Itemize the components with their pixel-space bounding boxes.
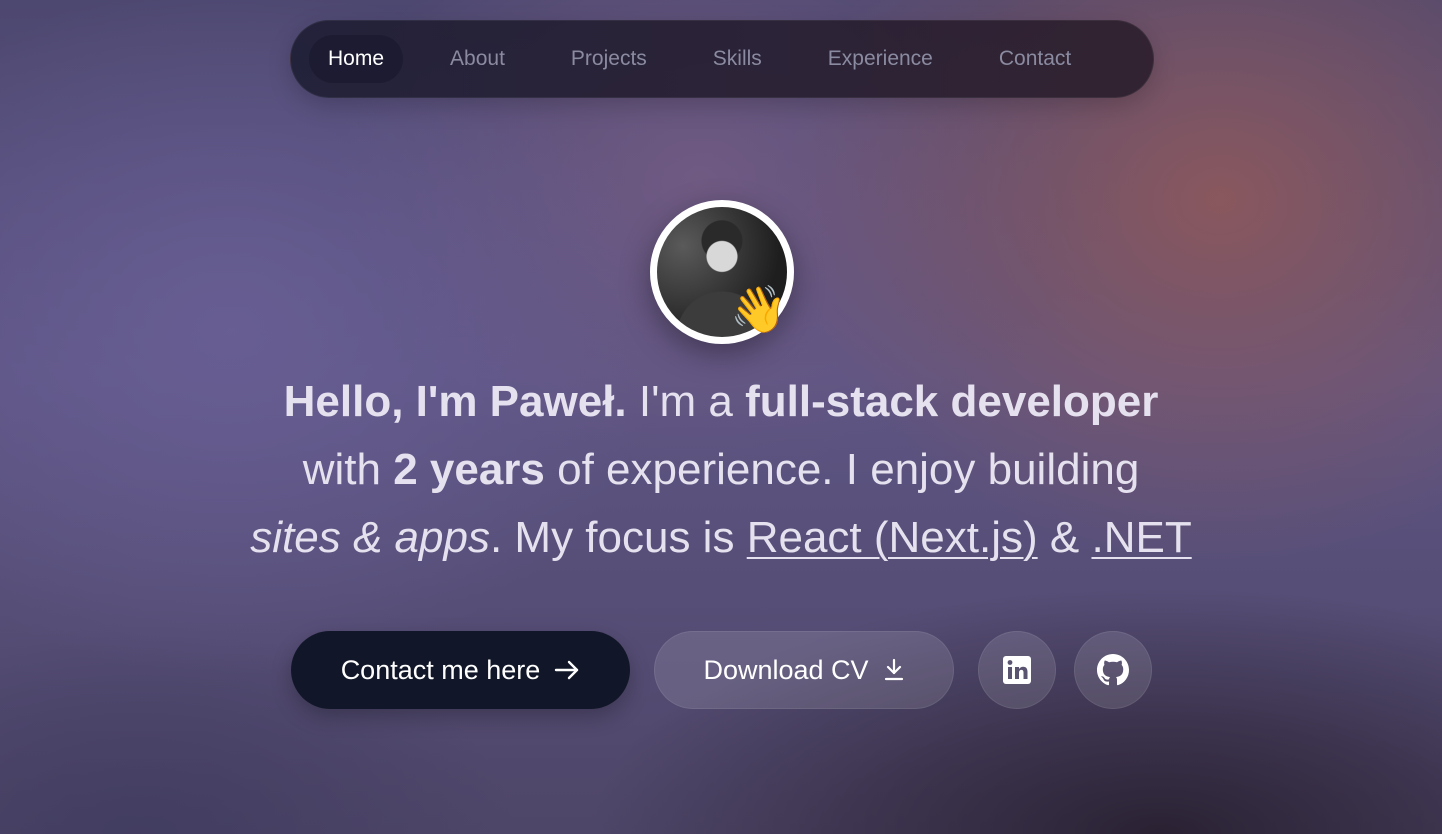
tech-react-link[interactable]: React (Next.js)	[747, 513, 1038, 562]
focus-text: . My focus is	[489, 513, 735, 562]
linkedin-icon	[1003, 656, 1031, 684]
avatar-container: 👋	[650, 200, 794, 344]
nav-contact[interactable]: Contact	[980, 35, 1090, 83]
arrow-right-icon	[554, 660, 580, 680]
contact-button-label: Contact me here	[340, 654, 541, 685]
download-cv-label: Download CV	[703, 654, 869, 685]
nav-home[interactable]: Home	[309, 35, 404, 83]
tech-dotnet-link[interactable]: .NET	[1091, 513, 1191, 562]
waving-hand-icon: 👋	[730, 283, 788, 335]
nav-experience[interactable]: Experience	[809, 35, 952, 83]
contact-button[interactable]: Contact me here	[291, 631, 630, 709]
intro-text: Hello, I'm Paweł. I'm a full-stack devel…	[180, 368, 1262, 572]
with-text: with	[302, 445, 381, 494]
download-cv-button[interactable]: Download CV	[654, 631, 954, 709]
nav-about[interactable]: About	[431, 35, 524, 83]
nav-projects[interactable]: Projects	[552, 35, 666, 83]
role: full-stack developer	[745, 377, 1159, 426]
download-icon	[883, 658, 905, 682]
github-button[interactable]	[1074, 631, 1152, 709]
sites-apps: sites & apps	[250, 513, 490, 562]
nav-skills[interactable]: Skills	[694, 35, 781, 83]
ampersand: &	[1049, 513, 1080, 562]
top-navigation: Home About Projects Skills Experience Co…	[290, 20, 1154, 98]
github-icon	[1097, 654, 1129, 686]
years-experience: 2 years	[393, 445, 545, 494]
greeting: Hello, I'm Paweł.	[283, 377, 627, 426]
experience-text: of experience. I enjoy building	[557, 445, 1140, 494]
linkedin-button[interactable]	[978, 631, 1056, 709]
intro-prefix: I'm a	[638, 377, 733, 426]
